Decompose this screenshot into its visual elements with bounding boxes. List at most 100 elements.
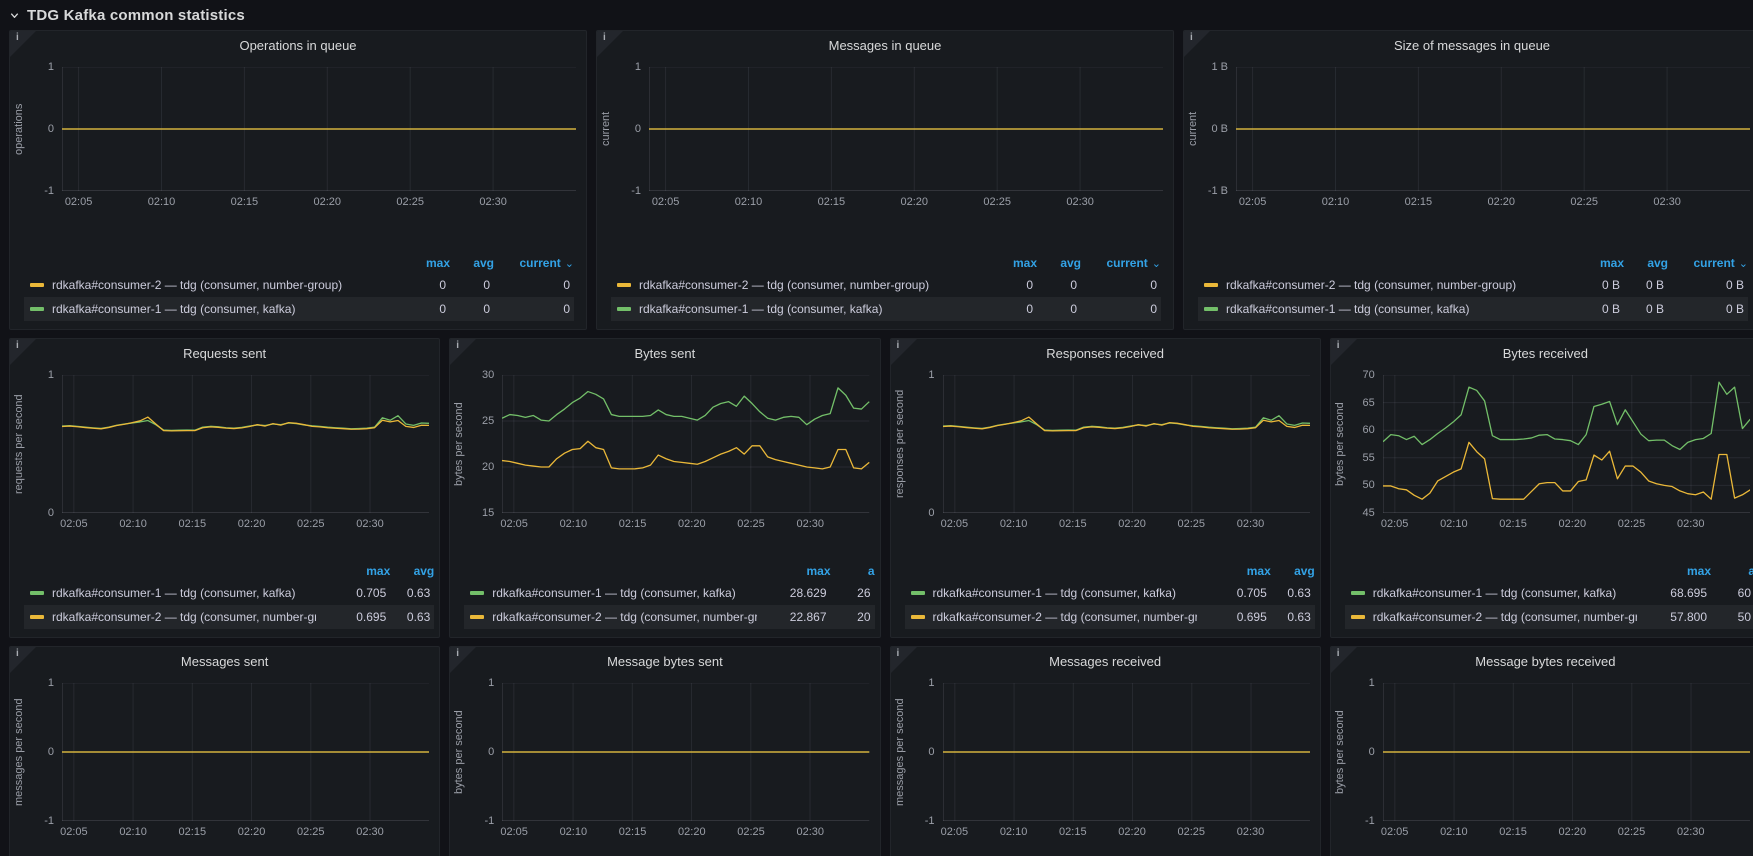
y-tick-label: 0 (488, 745, 494, 759)
series-color-swatch[interactable] (1351, 591, 1365, 595)
series-color-swatch[interactable] (470, 591, 484, 595)
legend-row[interactable]: rdkafka#consumer-1 — tdg (consumer, kafk… (24, 581, 434, 605)
legend-row[interactable]: rdkafka#consumer-2 — tdg (consumer, numb… (1345, 605, 1753, 629)
legend-col-avg[interactable]: avg (1271, 564, 1315, 578)
series-name[interactable]: rdkafka#consumer-2 — tdg (consumer, numb… (52, 610, 316, 624)
series-name[interactable]: rdkafka#consumer-1 — tdg (consumer, kafk… (1373, 586, 1637, 600)
legend-col-max[interactable]: max (1201, 564, 1271, 578)
legend-value: 0 B (1620, 278, 1664, 292)
series-color-swatch[interactable] (470, 615, 484, 619)
panel-info-corner[interactable]: i (450, 339, 476, 365)
series-color-swatch[interactable] (30, 283, 44, 287)
series-name[interactable]: rdkafka#consumer-2 — tdg (consumer, numb… (1373, 610, 1637, 624)
legend-col-max[interactable]: max (320, 564, 390, 578)
legend-col-avg[interactable]: avg (390, 564, 434, 578)
legend-row[interactable]: rdkafka#consumer-1 — tdg (consumer, kafk… (24, 297, 574, 321)
series-name[interactable]: rdkafka#consumer-2 — tdg (consumer, numb… (492, 610, 756, 624)
series-name[interactable]: rdkafka#consumer-2 — tdg (consumer, numb… (639, 278, 989, 292)
series-color-swatch[interactable] (1204, 307, 1218, 311)
series-name[interactable]: rdkafka#consumer-1 — tdg (consumer, kafk… (52, 586, 316, 600)
panel-info-corner[interactable]: i (1184, 31, 1210, 57)
panel-info-corner[interactable]: i (10, 339, 36, 365)
legend-row[interactable]: rdkafka#consumer-2 — tdg (consumer, numb… (1198, 273, 1748, 297)
series-color-swatch[interactable] (617, 307, 631, 311)
panel-title[interactable]: Size of messages in queue (1184, 31, 1753, 61)
panel-title[interactable]: Message bytes received (1331, 647, 1753, 677)
panel-info-corner[interactable]: i (891, 339, 917, 365)
legend-row[interactable]: rdkafka#consumer-2 — tdg (consumer, numb… (24, 605, 434, 629)
panel-info-corner[interactable]: i (1331, 647, 1357, 673)
series-name[interactable]: rdkafka#consumer-2 — tdg (consumer, numb… (933, 610, 1197, 624)
panel-info-corner[interactable]: i (891, 647, 917, 673)
legend-col-avg[interactable]: avg (450, 256, 494, 270)
plot-area[interactable] (1383, 375, 1750, 513)
series-name[interactable]: rdkafka#consumer-1 — tdg (consumer, kafk… (492, 586, 756, 600)
legend-col-current[interactable]: current⌄ (1081, 256, 1161, 270)
legend-col-max[interactable]: max (406, 256, 450, 270)
legend-row[interactable]: rdkafka#consumer-2 — tdg (consumer, numb… (905, 605, 1315, 629)
series-name[interactable]: rdkafka#consumer-1 — tdg (consumer, kafk… (933, 586, 1197, 600)
legend-header: maxavgcurrent⌄ (24, 252, 574, 273)
series-color-swatch[interactable] (911, 615, 925, 619)
series-color-swatch[interactable] (617, 283, 631, 287)
series-name[interactable]: rdkafka#consumer-2 — tdg (consumer, numb… (52, 278, 402, 292)
legend-col-current[interactable]: current⌄ (1668, 256, 1748, 270)
x-tick-label: 02:20 (1559, 518, 1587, 530)
panel-title[interactable]: Responses received (891, 339, 1320, 369)
plot-area[interactable] (62, 375, 429, 513)
panel-title[interactable]: Messages received (891, 647, 1320, 677)
series-name[interactable]: rdkafka#consumer-2 — tdg (consumer, numb… (1226, 278, 1576, 292)
plot-area[interactable] (502, 683, 869, 821)
legend-row[interactable]: rdkafka#consumer-2 — tdg (consumer, numb… (24, 273, 574, 297)
plot-area[interactable] (62, 67, 576, 191)
plot-area[interactable] (502, 375, 869, 513)
panel-info-corner[interactable]: i (597, 31, 623, 57)
series-color-swatch[interactable] (1351, 615, 1365, 619)
legend-col-avg[interactable]: avg (1037, 256, 1081, 270)
plot-area[interactable] (649, 67, 1163, 191)
x-tick-label: 02:25 (1178, 518, 1206, 530)
legend-col-max[interactable]: max (1580, 256, 1624, 270)
series-color-swatch[interactable] (911, 591, 925, 595)
panel-title[interactable]: Requests sent (10, 339, 439, 369)
plot-area[interactable] (943, 375, 1310, 513)
legend-row[interactable]: rdkafka#consumer-2 — tdg (consumer, numb… (464, 605, 874, 629)
legend-col-a[interactable]: a (1711, 564, 1753, 578)
legend-col-max[interactable]: max (761, 564, 831, 578)
panel-title[interactable]: Operations in queue (10, 31, 586, 61)
panel-title[interactable]: Message bytes sent (450, 647, 879, 677)
panel-title[interactable]: Messages sent (10, 647, 439, 677)
panel-title[interactable]: Bytes received (1331, 339, 1753, 369)
series-color-swatch[interactable] (30, 615, 44, 619)
legend-col-current[interactable]: current⌄ (494, 256, 574, 270)
series-color-swatch[interactable] (30, 307, 44, 311)
panel-title[interactable]: Bytes sent (450, 339, 879, 369)
plot-area[interactable] (1236, 67, 1750, 191)
panel-info-corner[interactable]: i (450, 647, 476, 673)
legend-col-a[interactable]: a (831, 564, 875, 578)
legend-row[interactable]: rdkafka#consumer-1 — tdg (consumer, kafk… (1345, 581, 1753, 605)
legend-row[interactable]: rdkafka#consumer-1 — tdg (consumer, kafk… (905, 581, 1315, 605)
y-tick-label: 0 (1369, 745, 1375, 759)
panel-info-corner[interactable]: i (1331, 339, 1357, 365)
series-color-swatch[interactable] (30, 591, 44, 595)
plot-area[interactable] (1383, 683, 1750, 821)
legend-row[interactable]: rdkafka#consumer-1 — tdg (consumer, kafk… (611, 297, 1161, 321)
panel-info-corner[interactable]: i (10, 647, 36, 673)
legend-value: 0.63 (1267, 586, 1311, 600)
series-color-swatch[interactable] (1204, 283, 1218, 287)
panel-info-corner[interactable]: i (10, 31, 36, 57)
series-name[interactable]: rdkafka#consumer-1 — tdg (consumer, kafk… (639, 302, 989, 316)
legend-col-avg[interactable]: avg (1624, 256, 1668, 270)
series-name[interactable]: rdkafka#consumer-1 — tdg (consumer, kafk… (52, 302, 402, 316)
legend-row[interactable]: rdkafka#consumer-1 — tdg (consumer, kafk… (1198, 297, 1748, 321)
legend-row[interactable]: rdkafka#consumer-2 — tdg (consumer, numb… (611, 273, 1161, 297)
legend-row[interactable]: rdkafka#consumer-1 — tdg (consumer, kafk… (464, 581, 874, 605)
legend-col-max[interactable]: max (993, 256, 1037, 270)
plot-area[interactable] (62, 683, 429, 821)
legend-col-max[interactable]: max (1641, 564, 1711, 578)
panel-title[interactable]: Messages in queue (597, 31, 1173, 61)
series-name[interactable]: rdkafka#consumer-1 — tdg (consumer, kafk… (1226, 302, 1576, 316)
plot-area[interactable] (943, 683, 1310, 821)
dashboard-row-header[interactable]: TDG Kafka common statistics (0, 0, 245, 30)
